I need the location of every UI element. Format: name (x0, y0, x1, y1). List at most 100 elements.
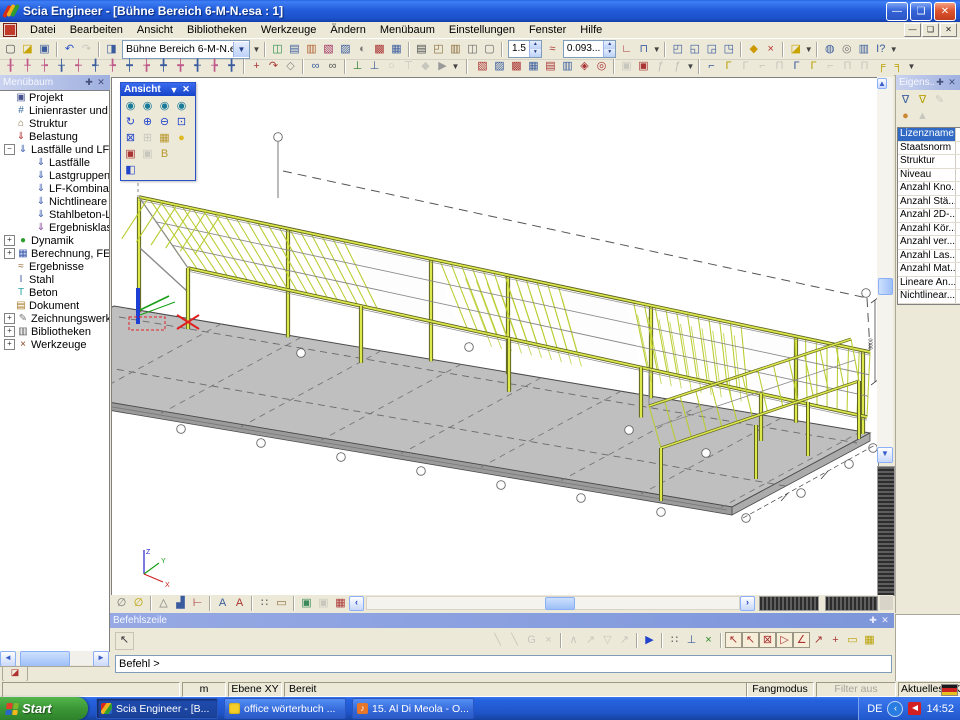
dropdown-arrow-icon[interactable]: ▼ (652, 45, 661, 54)
table-columns-button[interactable]: ▥ (855, 41, 872, 57)
property-row[interactable]: Anzahl Kör... (898, 223, 960, 237)
snap-node-button[interactable]: ▷ (776, 632, 793, 648)
mdi-document-icon[interactable] (3, 23, 17, 37)
coordinate-system-button[interactable]: ▧ (320, 41, 337, 57)
dropdown-arrow-icon[interactable]: ▼ (804, 45, 813, 54)
property-row[interactable]: Lineare An... (898, 277, 960, 291)
frame-template-2-button[interactable]: Γ (720, 59, 737, 75)
expand-toggle-icon[interactable]: + (4, 313, 15, 324)
layers-button[interactable]: ▤ (286, 41, 303, 57)
calc-start-button[interactable]: ▣ (635, 59, 652, 75)
node-edit-button[interactable]: + (248, 59, 265, 75)
units-button[interactable]: ⊓ (635, 41, 652, 57)
close-button[interactable]: ✕ (934, 2, 956, 21)
scroll-up-icon[interactable]: ▲ (877, 78, 887, 89)
property-row[interactable]: Lizenzname (898, 128, 960, 142)
new-document-button[interactable]: ▢ (2, 41, 19, 57)
viewpoint-button[interactable]: ◆ (745, 41, 762, 57)
render-settings-button[interactable]: ▣ (122, 146, 139, 162)
menu-fenster[interactable]: Fenster (522, 23, 573, 37)
window-tile-h-button[interactable]: ◲ (703, 41, 720, 57)
snap-ruler-button[interactable]: ▭ (844, 632, 861, 648)
zoom-selection-button[interactable]: ⊞ (139, 130, 156, 146)
scroll-right-icon[interactable]: ► (93, 651, 109, 667)
start-button[interactable]: Start (0, 697, 88, 720)
tree-item-dynamik[interactable]: +●Dynamik (0, 234, 109, 247)
beam-move-button[interactable]: ╁ (53, 59, 70, 75)
tree-item-zeichnungswerkze[interactable]: +✎Zeichnungswerkze (0, 312, 109, 325)
expand-toggle-icon[interactable]: + (4, 235, 15, 246)
frame-template-7-button[interactable]: Γ (805, 59, 822, 75)
light-toggle-button[interactable]: ● (173, 130, 190, 146)
snap-midpoint-button[interactable]: ↖ (742, 632, 759, 648)
properties-pin-icon[interactable]: ✚ (934, 77, 946, 88)
expand-toggle-icon[interactable]: + (4, 248, 15, 259)
cursor-snap-button[interactable]: ▶ (641, 632, 658, 648)
scroll-back-icon[interactable]: ‹ (349, 596, 364, 611)
hinge-button[interactable]: ○ (383, 59, 400, 75)
angle-snap-button[interactable]: ∟ (618, 41, 635, 57)
tree-item-nichtlineare-lf[interactable]: ⇓Nichtlineare LF (0, 195, 109, 208)
zoom-window-button[interactable]: ⊡ (173, 114, 190, 130)
volume-icon[interactable] (908, 702, 921, 715)
taskbar-button[interactable]: office wörterbuch ... (224, 698, 346, 719)
point-grid-button[interactable]: ∷ (256, 595, 273, 611)
window-tile-button[interactable]: ◱ (686, 41, 703, 57)
snap-move-button[interactable]: + (827, 632, 844, 648)
tree-item-lastf-lle[interactable]: ⇓Lastfälle (0, 156, 109, 169)
wire-on-button[interactable]: ∅ (130, 595, 147, 611)
tree-item-werkzeuge[interactable]: +×Werkzeuge (0, 338, 109, 351)
frame-template-5-button[interactable]: Π (771, 59, 788, 75)
vector-tool-button[interactable]: ↗ (616, 632, 633, 648)
flag-label-button[interactable]: ⊢ (189, 595, 206, 611)
palette-dropdown-icon[interactable]: ▼ (168, 85, 180, 95)
command-input[interactable]: Befehl > (115, 655, 892, 673)
viewport-vertical-scrollbar[interactable]: ▲ ▼ (877, 77, 893, 463)
hscroll-thumb[interactable] (545, 597, 575, 610)
gallery-button[interactable]: ▥ (447, 41, 464, 57)
wire-off-button[interactable]: ∅ (113, 595, 130, 611)
palette-close-icon[interactable]: ✕ (180, 84, 192, 95)
cursor-mode-button[interactable]: ↖ (115, 632, 134, 650)
frame-template-3-button[interactable]: Γ (737, 59, 754, 75)
view-3d-cube-button[interactable]: ◧ (122, 162, 139, 178)
docked-bar-1[interactable] (759, 596, 819, 611)
mdi-restore-button[interactable]: ❑ (922, 23, 939, 37)
tree-item-belastung[interactable]: ⇓Belastung (0, 130, 109, 143)
tree-horizontal-scrollbar[interactable]: ◄ ► (0, 651, 109, 665)
select-node-button[interactable]: ▧ (474, 59, 491, 75)
curve-edit-button[interactable]: ↷ (265, 59, 282, 75)
image-export-button[interactable]: ▣ (139, 146, 156, 162)
beam-array-button[interactable]: ╋ (223, 59, 240, 75)
rotate-view-button[interactable]: ↻ (122, 114, 139, 130)
close-panel-icon[interactable]: ✕ (95, 77, 107, 88)
zoom-in-button[interactable]: ⊕ (139, 114, 156, 130)
label-abc-colored-button[interactable]: A (231, 595, 248, 611)
workspace-panel-button[interactable]: ◨ (103, 41, 120, 57)
tree-item-linienraster-und-ge[interactable]: #Linienraster und Ge (0, 104, 109, 117)
filter-a-button[interactable]: ∇ (897, 92, 914, 108)
b-display-button[interactable]: B (156, 146, 173, 162)
panel-tab[interactable]: ◪ (2, 667, 28, 682)
function-1-button[interactable]: ƒ (652, 59, 669, 75)
tree-item-lastf-lle-und-lf-ko[interactable]: −⇓Lastfälle und LF-Ko (0, 143, 109, 156)
frame-template-4-button[interactable]: ⌐ (754, 59, 771, 75)
apply-action-button[interactable]: ▶ (434, 59, 451, 75)
tree-item-lastgruppen[interactable]: ⇓Lastgruppen (0, 169, 109, 182)
view-front-button[interactable]: ◉ (122, 98, 139, 114)
beam-properties-button[interactable]: ╂ (2, 59, 19, 75)
result-chart-button[interactable]: ▟ (172, 595, 189, 611)
select-beam-button[interactable]: ▨ (491, 59, 508, 75)
property-row[interactable]: Anzahl Mat... (898, 263, 960, 277)
picture-property-button[interactable]: ▲ (914, 108, 931, 124)
scroll-down-icon[interactable]: ▼ (877, 447, 893, 463)
dot-grid-snap-button[interactable]: ∷ (666, 632, 683, 648)
beam-align-button[interactable]: ╊ (206, 59, 223, 75)
project-data-button[interactable]: ◫ (269, 41, 286, 57)
tree-item-berechnung-fe-n[interactable]: +▦Berechnung, FE-N (0, 247, 109, 260)
restore-button[interactable]: ❑ (910, 2, 932, 21)
delete-tool-button[interactable]: × (540, 632, 557, 648)
search-next-button[interactable]: ∞ (324, 59, 341, 75)
scale-spinner[interactable]: 1.5 ▲▼ (508, 40, 542, 58)
select-previous-button[interactable]: ▤ (542, 59, 559, 75)
